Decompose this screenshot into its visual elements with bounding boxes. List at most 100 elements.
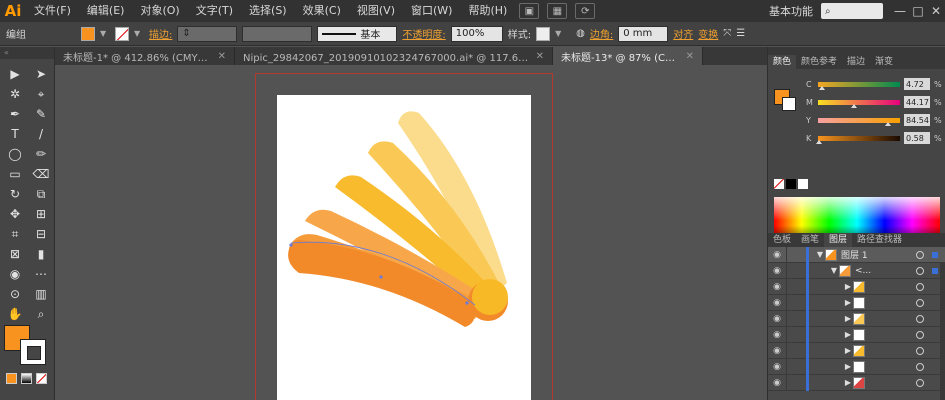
panel-tab[interactable]: 描边 (842, 55, 870, 69)
transform-link[interactable]: 变换 (698, 26, 718, 41)
tool-icon[interactable]: ▮ (30, 245, 52, 263)
lock-toggle[interactable] (786, 358, 802, 375)
slider-thumb[interactable] (851, 103, 858, 108)
align-link[interactable]: 对齐 (673, 26, 693, 41)
slider-thumb[interactable] (884, 121, 891, 126)
menu-item[interactable]: 文字(T) (188, 0, 241, 22)
lock-toggle[interactable] (786, 278, 802, 295)
chevron-right-icon[interactable]: ▶ (843, 282, 853, 291)
chevron-down-icon[interactable]: ▼ (829, 266, 839, 275)
tool-icon[interactable]: ⊠ (4, 245, 26, 263)
tool-icon[interactable]: ➤ (30, 65, 52, 83)
menu-item[interactable]: 帮助(H) (460, 0, 515, 22)
variable-width-field[interactable] (242, 25, 313, 42)
menu-item[interactable]: 视图(V) (349, 0, 403, 22)
chevron-down-icon[interactable]: ▼ (134, 29, 144, 38)
chevron-down-icon[interactable]: ▼ (815, 250, 825, 259)
eye-icon[interactable]: ◉ (768, 266, 786, 276)
chevron-right-icon[interactable]: ▶ (843, 298, 853, 307)
tool-icon[interactable]: ✎ (30, 105, 52, 123)
tool-icon[interactable]: ⌕ (30, 305, 52, 323)
layer-row[interactable]: ◉ ▶ (768, 294, 945, 311)
tool-icon[interactable]: ✲ (4, 85, 26, 103)
slider-value-field[interactable]: 84.54 (904, 114, 930, 126)
stroke-color-swatch[interactable] (20, 339, 46, 365)
menu-item[interactable]: 文件(F) (26, 0, 79, 22)
tool-icon[interactable]: ⌗ (4, 225, 26, 243)
eye-icon[interactable]: ◉ (768, 298, 786, 308)
close-icon[interactable]: ✕ (686, 51, 694, 62)
bridge-icon[interactable]: ▣ (519, 3, 540, 19)
stroke-link[interactable]: 描边: (149, 26, 172, 41)
menu-item[interactable]: 窗口(W) (403, 0, 460, 22)
target-icon[interactable] (916, 346, 924, 355)
target-icon[interactable] (916, 250, 924, 259)
document-tab[interactable]: 未标题-1* @ 412.86% (CMYK/预览) ✕ (55, 47, 235, 65)
slider-value-field[interactable]: 44.17 (904, 96, 930, 108)
target-icon[interactable] (916, 362, 924, 371)
tool-icon[interactable]: ⌖ (30, 85, 52, 103)
layer-row[interactable]: ◉ ▶ (768, 358, 945, 375)
isolate-icon[interactable]: ⤧ (723, 28, 731, 39)
fill-stroke-widget[interactable] (4, 325, 50, 367)
tool-icon[interactable]: ▥ (30, 285, 52, 303)
chevron-right-icon[interactable]: ▶ (843, 314, 853, 323)
eye-icon[interactable]: ◉ (768, 378, 786, 388)
target-icon[interactable] (916, 378, 924, 387)
lock-toggle[interactable] (786, 310, 802, 327)
anchor-point[interactable] (379, 275, 383, 279)
tool-icon[interactable]: ✥ (4, 205, 26, 223)
close-icon[interactable]: ✕ (218, 51, 226, 62)
tool-icon[interactable]: ✏ (30, 145, 52, 163)
eye-icon[interactable]: ◉ (768, 250, 786, 260)
lock-toggle[interactable] (786, 262, 802, 279)
panel-tab[interactable]: 图层 (824, 233, 853, 247)
minimize-button[interactable]: — (891, 2, 909, 20)
tool-icon[interactable]: ◯ (4, 145, 26, 163)
fill-swatch[interactable] (81, 26, 95, 41)
target-icon[interactable] (916, 298, 924, 307)
tool-icon[interactable]: T (4, 125, 26, 143)
slider-track[interactable] (818, 99, 900, 108)
canvas[interactable] (55, 65, 767, 400)
close-button[interactable]: ✕ (927, 2, 945, 20)
menu-item[interactable]: 对象(O) (132, 0, 187, 22)
brush-definition-field[interactable]: 基本 (317, 25, 398, 42)
layer-row[interactable]: ◉ ▼ <... (768, 262, 945, 279)
panel-tab[interactable]: 画笔 (796, 233, 824, 247)
lock-toggle[interactable] (786, 326, 802, 343)
lock-toggle[interactable] (786, 246, 802, 263)
slider-thumb[interactable] (815, 139, 822, 144)
layer-row[interactable]: ◉ ▶ (768, 374, 945, 391)
panel-tab[interactable]: 渐变 (870, 55, 898, 69)
slider-thumb[interactable] (819, 85, 826, 90)
chevron-right-icon[interactable]: ▶ (843, 330, 853, 339)
eye-icon[interactable]: ◉ (768, 282, 786, 292)
none-swatch[interactable] (774, 179, 784, 189)
layer-row[interactable]: ◉ ▶ (768, 342, 945, 359)
slider-track[interactable] (818, 81, 900, 90)
slider-value-field[interactable]: 4.72 (904, 78, 930, 90)
opacity-field[interactable]: 100% (450, 25, 503, 42)
tool-icon[interactable]: ⊙ (4, 285, 26, 303)
arrange-documents-icon[interactable]: ▦ (547, 3, 568, 19)
selection-indicator[interactable] (932, 251, 938, 258)
workspace-switcher[interactable]: 基本功能 (761, 3, 821, 19)
target-icon[interactable] (916, 314, 924, 323)
stroke-weight-field[interactable]: ⇕ (177, 25, 238, 42)
toolbar-grip[interactable]: « (0, 47, 54, 59)
chevron-right-icon[interactable]: ▶ (843, 378, 853, 387)
anchor-point[interactable] (465, 301, 469, 305)
tool-icon[interactable]: ✋ (4, 305, 26, 323)
recolor-icon[interactable]: ◍ (576, 28, 585, 39)
chevron-down-icon[interactable]: ▼ (555, 29, 565, 38)
chevron-right-icon[interactable]: ▶ (843, 362, 853, 371)
panel-tab[interactable]: 路径查找器 (852, 233, 907, 247)
slider-track[interactable] (818, 117, 900, 126)
tool-icon[interactable]: ⊟ (30, 225, 52, 243)
style-swatch[interactable] (536, 26, 551, 41)
none-mode-button[interactable] (36, 373, 47, 384)
target-icon[interactable] (916, 282, 924, 291)
tool-icon[interactable]: / (30, 125, 52, 143)
selection-indicator[interactable] (932, 267, 938, 274)
